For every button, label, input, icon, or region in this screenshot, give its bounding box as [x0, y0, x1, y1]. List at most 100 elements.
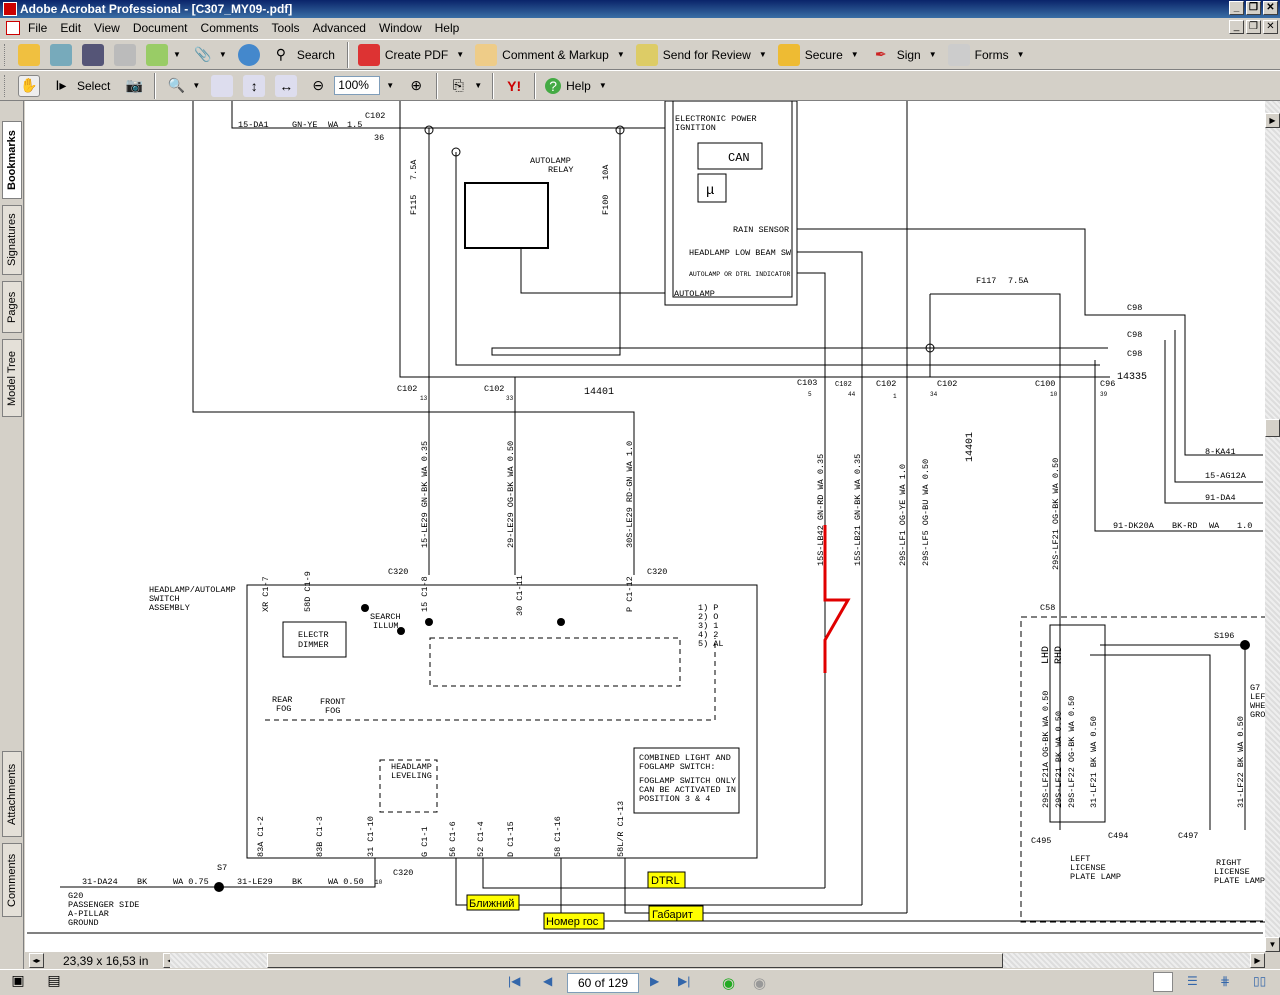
comment-icon[interactable] — [475, 43, 498, 66]
page-number-input[interactable]: 60 of 129 — [567, 973, 639, 993]
continuous-facing-icon[interactable]: ▯▯ — [1253, 974, 1266, 988]
binoculars-icon[interactable]: ⚲ — [270, 44, 292, 66]
send-review-icon[interactable] — [635, 43, 658, 66]
scroll-down-arrow[interactable]: ▼ — [1265, 937, 1280, 952]
annotation-side[interactable]: Габарит — [652, 909, 693, 921]
diagram-label: 58D C1-9 — [303, 571, 313, 612]
save-icon[interactable] — [82, 43, 104, 66]
pen-icon[interactable]: ✒ — [870, 44, 892, 66]
email-icon[interactable] — [237, 43, 260, 66]
tab-signatures[interactable]: Signatures — [2, 205, 22, 275]
scroll-thumb[interactable] — [1265, 419, 1280, 437]
first-page-icon[interactable]: |◀ — [508, 974, 520, 988]
diagram-label: 31-LF22 BK WA 0.50 — [1236, 716, 1246, 808]
scroll-right-button[interactable]: ▶ — [1250, 953, 1265, 968]
help-icon[interactable]: ? — [545, 77, 562, 94]
diagram-label: 5) AL — [698, 639, 724, 649]
diagram-label: CAN — [728, 151, 750, 165]
menu-comments[interactable]: Comments — [201, 21, 259, 35]
menu-tools[interactable]: Tools — [272, 21, 300, 35]
diagram-label: 29S-LF21A OG-BK WA 0.50 — [1041, 691, 1051, 808]
search-button[interactable]: Search — [297, 48, 335, 62]
document-view[interactable]: 15-DA1 GN-YE WA 1.5 C102 36 F115 7.5A AUTOLAM… — [25, 101, 1265, 952]
snapshot-icon[interactable]: 📷 — [123, 75, 145, 97]
annotation-plate[interactable]: Номер гос — [546, 916, 599, 928]
tab-bookmarks[interactable]: Bookmarks — [2, 121, 22, 199]
organizer-icon[interactable] — [50, 43, 72, 66]
rotate-view-icon[interactable]: ⎘ — [447, 75, 469, 97]
select-button[interactable]: Select — [77, 79, 110, 93]
diagram-label: XR C1-7 — [261, 576, 271, 612]
next-view-icon[interactable]: ◉ — [753, 974, 766, 992]
continuous-icon[interactable]: ☰ — [1187, 974, 1198, 988]
monitor-icon[interactable]: ▣ — [9, 971, 27, 989]
sign-button[interactable]: Sign — [897, 48, 921, 62]
facing-icon[interactable]: ⋕ — [1220, 974, 1230, 988]
tab-model-tree[interactable]: Model Tree — [2, 339, 22, 417]
zoom-input[interactable]: 100% — [334, 76, 381, 95]
diagram-label: 31 C1-10 — [366, 816, 376, 857]
select-tool-icon[interactable]: I▸ — [50, 75, 72, 97]
diagram-label: C98 — [1127, 303, 1142, 313]
print-icon[interactable] — [114, 43, 136, 66]
actual-size-icon[interactable] — [211, 74, 234, 97]
last-page-icon[interactable]: ▶| — [678, 974, 690, 988]
horizontal-scrollbar[interactable] — [170, 953, 1250, 968]
menu-help[interactable]: Help — [435, 21, 460, 35]
diagram-label: C102 — [835, 381, 852, 389]
menu-window[interactable]: Window — [379, 21, 422, 35]
create-pdf-button[interactable]: Create PDF — [385, 48, 448, 62]
horizontal-scroll-thumb[interactable] — [267, 953, 1003, 968]
next-page-icon[interactable]: ▶ — [650, 974, 659, 988]
doc-close-button[interactable]: ✕ — [1263, 20, 1278, 34]
annotation-dtrl[interactable]: DTRL — [651, 875, 680, 887]
comment-markup-button[interactable]: Comment & Markup — [502, 48, 609, 62]
tab-pages[interactable]: Pages — [2, 281, 22, 333]
diagram-label: 15S-LB42 GN-RD WA 0.35 — [816, 454, 826, 566]
minimize-button[interactable]: _ — [1229, 1, 1244, 15]
split-icon[interactable]: ◂▸ — [29, 953, 44, 968]
attach-icon[interactable]: 📎 — [192, 44, 214, 66]
menu-bar: File Edit View Document Comments Tools A… — [0, 18, 1280, 38]
diagram-label: 44 — [848, 391, 856, 398]
menu-document[interactable]: Document — [133, 21, 188, 35]
restore-button[interactable]: ❐ — [1246, 1, 1261, 15]
lock-icon[interactable] — [777, 43, 800, 66]
menu-file[interactable]: File — [28, 21, 47, 35]
zoom-in-tool-icon[interactable]: 🔍 — [165, 75, 187, 97]
fit-page-icon[interactable]: ↕ — [243, 74, 266, 97]
zoom-out-icon[interactable]: ⊖ — [307, 75, 329, 97]
diagram-label: 15-DA1 — [238, 120, 269, 130]
send-review-button[interactable]: Send for Review — [663, 48, 751, 62]
help-button[interactable]: Help — [566, 79, 591, 93]
single-page-icon[interactable] — [1153, 972, 1173, 992]
diagram-label: 1.0 — [1237, 521, 1252, 531]
doc-minimize-button[interactable]: _ — [1229, 20, 1244, 34]
scroll-right-arrow[interactable]: ▶ — [1265, 113, 1280, 128]
tab-attachments[interactable]: Attachments — [2, 751, 22, 837]
menu-view[interactable]: View — [94, 21, 120, 35]
previous-view-icon[interactable]: ◉ — [722, 974, 735, 992]
organize-icon[interactable] — [146, 43, 168, 66]
close-button[interactable]: ✕ — [1263, 1, 1278, 15]
document-icon[interactable] — [6, 21, 20, 35]
annotation-low-beam[interactable]: Ближний — [469, 898, 514, 910]
secure-button[interactable]: Secure — [805, 48, 843, 62]
vertical-scrollbar[interactable]: ▶ ▼ — [1265, 101, 1280, 952]
diagram-label: RAIN SENSOR — [733, 225, 789, 235]
zoom-in-icon[interactable]: ⊕ — [405, 75, 427, 97]
forms-icon[interactable] — [947, 43, 970, 66]
create-pdf-icon[interactable] — [357, 43, 380, 66]
menu-advanced[interactable]: Advanced — [313, 21, 366, 35]
open-icon[interactable] — [18, 43, 40, 66]
tab-comments[interactable]: Comments — [2, 843, 22, 917]
document-properties-icon[interactable]: ▤ — [45, 971, 63, 989]
yahoo-icon[interactable]: Y! — [503, 75, 525, 97]
diagram-label: 83B C1-3 — [315, 816, 325, 857]
previous-page-icon[interactable]: ◀ — [543, 974, 552, 988]
fit-width-icon[interactable]: ↔ — [275, 74, 298, 97]
hand-tool-icon[interactable]: ✋ — [18, 74, 40, 97]
menu-edit[interactable]: Edit — [60, 21, 81, 35]
doc-restore-button[interactable]: ❐ — [1246, 20, 1261, 34]
forms-button[interactable]: Forms — [975, 48, 1009, 62]
